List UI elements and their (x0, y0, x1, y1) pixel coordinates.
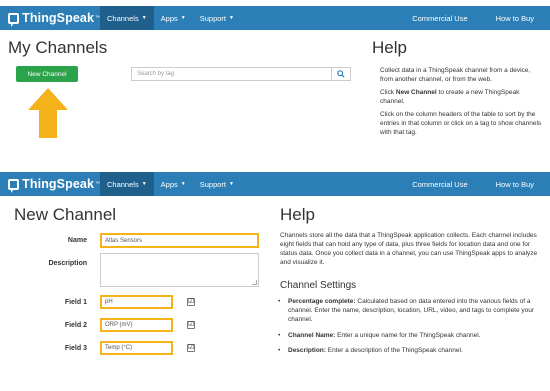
nav-apps-label: Apps (160, 13, 178, 23)
search-button[interactable] (331, 67, 351, 81)
nav-commercial-use[interactable]: Commercial Use (398, 180, 481, 189)
help-paragraph-3: Click on the column headers of the table… (380, 111, 542, 136)
help-p2-bold: New Channel (395, 89, 437, 96)
brand-name: ThingSpeak (22, 177, 94, 191)
description-label: Description (48, 260, 87, 267)
bullet-bold: Channel Name: (288, 332, 336, 339)
help-title: Help (280, 205, 315, 224)
help-bullet-channel-name: • Channel Name: Enter a unique name for t… (278, 331, 546, 340)
field3-label: Field 3 (64, 345, 87, 352)
bullet-text: Enter a unique name for the ThingSpeak c… (335, 332, 481, 339)
nav-support-label: Support (199, 179, 226, 189)
nav-how-to-buy[interactable]: How to Buy (482, 14, 550, 23)
chat-bubble-icon (8, 12, 20, 27)
caret-down-icon: ▼ (229, 15, 234, 21)
field1-input[interactable]: pH (100, 295, 173, 309)
nav-channels[interactable]: Channels ▼ (100, 172, 154, 196)
nav-how-to-buy[interactable]: How to Buy (482, 180, 550, 189)
nav-channels-label: Channels (107, 13, 139, 23)
nav-commercial-use[interactable]: Commercial Use (398, 14, 481, 23)
help-paragraph-1: Collect data in a ThingSpeak channel fro… (380, 67, 531, 83)
top-navbar: ThingSpeak ™ Channels ▼ Apps ▼ Support ▼ Com… (0, 6, 550, 30)
resize-grip-icon[interactable] (252, 280, 257, 285)
caret-down-icon: ▼ (141, 15, 147, 21)
nav-apps[interactable]: Apps ▼ (154, 172, 193, 196)
field1-checkbox[interactable]: ☑ (187, 298, 195, 306)
channel-name-input[interactable]: Atlas Sensors (100, 233, 259, 248)
caret-down-icon: ▼ (180, 181, 186, 187)
search-input[interactable]: Search by tag (131, 67, 331, 81)
help-bullet-percentage: • Percentage complete: Calculated based o… (278, 297, 546, 324)
field1-label: Field 1 (64, 299, 87, 306)
field3-input[interactable]: Temp (°C) (100, 341, 173, 355)
field2-label: Field 2 (64, 322, 87, 329)
description-textarea[interactable] (100, 253, 259, 287)
field3-checkbox[interactable]: ☑ (187, 344, 195, 352)
caret-down-icon: ▼ (180, 15, 186, 21)
help-title: Help (372, 38, 407, 57)
new-channel-button[interactable]: New Channel (16, 66, 78, 82)
bullet-dot: • (278, 298, 281, 305)
caret-down-icon: ▼ (141, 181, 147, 187)
search-icon (337, 70, 345, 78)
bullet-dot: • (278, 347, 281, 354)
bottom-navbar: ThingSpeak ™ Channels ▼ Apps ▼ Support ▼ Com… (0, 172, 550, 196)
help-intro: Channels store all the data that a Thing… (280, 232, 538, 266)
up-arrow-icon (28, 88, 68, 138)
nav-apps-label: Apps (160, 179, 178, 189)
nav-support[interactable]: Support ▼ (193, 6, 241, 30)
help-paragraph-2: Click New Channel to create a new ThingS… (380, 88, 530, 106)
bullet-dot: • (278, 332, 281, 339)
field2-input[interactable]: ORP (mV) (100, 318, 173, 332)
field2-checkbox[interactable]: ☑ (187, 321, 195, 329)
channel-settings-heading: Channel Settings (280, 280, 357, 291)
nav-channels-label: Channels (107, 179, 139, 189)
bullet-text: Enter a description of the ThingSpeak ch… (325, 347, 463, 354)
nav-support-label: Support (199, 13, 226, 23)
bullet-bold: Percentage complete: (288, 298, 356, 305)
help-p2-prefix: Click (380, 89, 396, 96)
nav-support[interactable]: Support ▼ (193, 172, 241, 196)
caret-down-icon: ▼ (229, 181, 234, 187)
page-title: New Channel (14, 205, 117, 224)
nav-apps[interactable]: Apps ▼ (154, 6, 193, 30)
page-title: My Channels (8, 38, 108, 57)
tag-search: Search by tag (131, 67, 351, 81)
chat-bubble-icon (8, 178, 20, 193)
help-bullet-description: • Description: Enter a description of the… (278, 346, 546, 355)
brand-name: ThingSpeak (22, 11, 94, 25)
brand-logo[interactable]: ThingSpeak ™ (0, 6, 100, 30)
nav-channels[interactable]: Channels ▼ (100, 6, 154, 30)
brand-logo[interactable]: ThingSpeak ™ (0, 172, 100, 196)
name-label: Name (67, 237, 87, 244)
bullet-bold: Description: (288, 347, 326, 354)
